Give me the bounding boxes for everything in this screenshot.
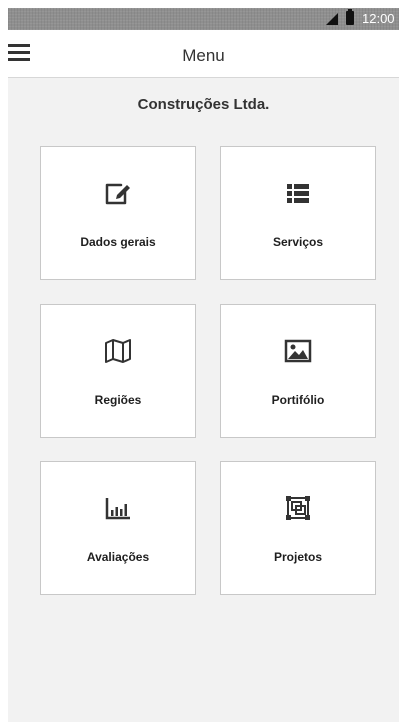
edit-icon <box>102 177 134 209</box>
page-title: Menu <box>182 46 225 65</box>
bar-chart-icon <box>102 492 134 524</box>
tile-servicos[interactable]: Serviços <box>220 146 376 280</box>
tile-label: Portifólio <box>271 393 325 407</box>
object-group-icon <box>282 492 314 524</box>
tile-projetos[interactable]: Projetos <box>220 461 376 595</box>
image-icon <box>282 335 314 367</box>
tile-label: Serviços <box>272 235 324 249</box>
signal-icon <box>326 13 338 25</box>
tile-label: Regiões <box>94 393 142 407</box>
tile-avaliacoes[interactable]: Avaliações <box>40 461 196 595</box>
map-icon <box>102 335 134 367</box>
status-time: 12:00 <box>362 11 395 26</box>
tile-portifolio[interactable]: Portifólio <box>220 304 376 438</box>
status-bar: 12:00 <box>8 8 399 30</box>
menu-button[interactable] <box>8 36 40 68</box>
tile-regioes[interactable]: Regiões <box>40 304 196 438</box>
tile-label: Avaliações <box>86 550 150 564</box>
list-icon <box>282 177 314 209</box>
phone-screen: 12:00 Menu Construções Ltda. Dados gerai… <box>8 8 399 722</box>
tile-label: Projetos <box>273 550 322 564</box>
app-bar: Menu <box>8 30 399 78</box>
tile-dados-gerais[interactable]: Dados gerais <box>40 146 196 280</box>
tile-label: Dados gerais <box>80 235 156 249</box>
battery-icon <box>346 9 354 25</box>
company-name: Construções Ltda. <box>137 96 270 113</box>
